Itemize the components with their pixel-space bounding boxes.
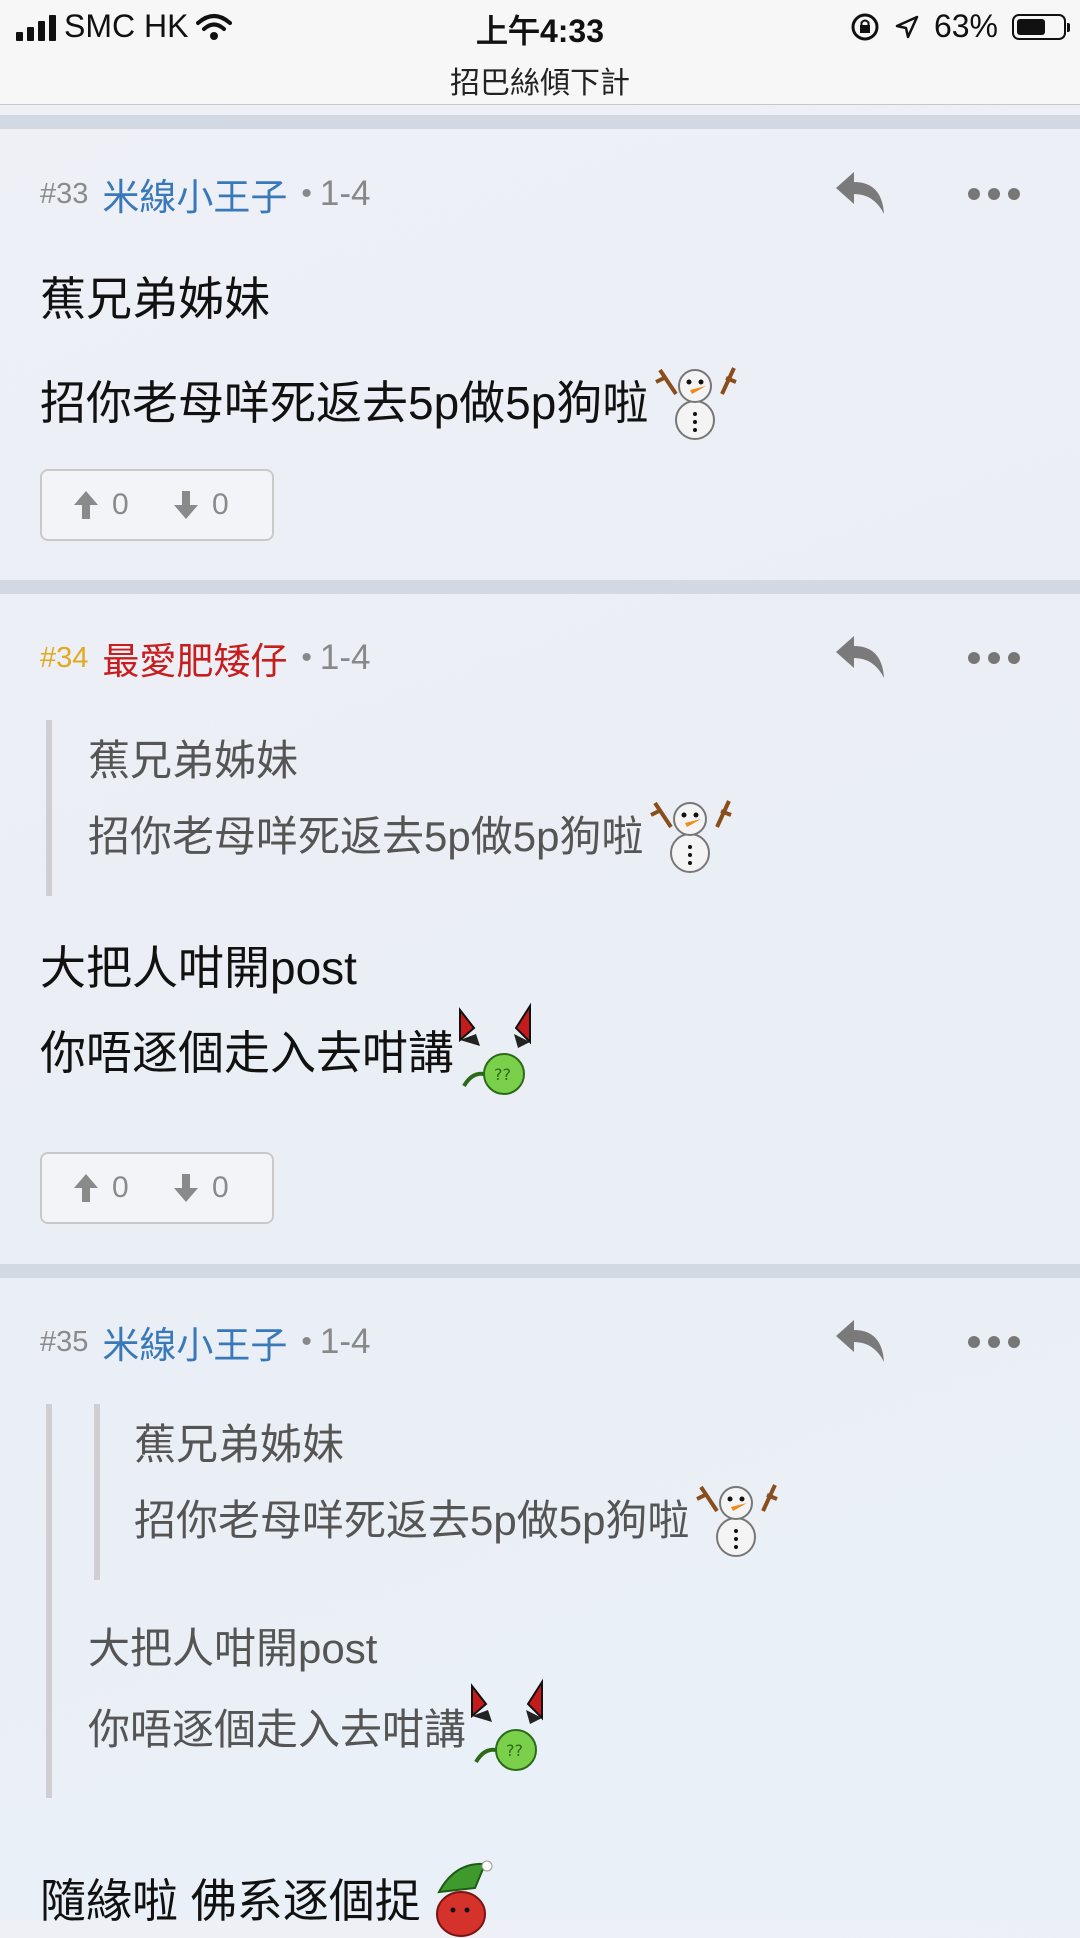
quote-text: 招你老母咩死返去5p做5p狗啦 <box>88 812 644 860</box>
orientation-lock-icon <box>851 13 879 40</box>
quote-text-line: 大把人咁開post <box>88 1615 377 1676</box>
post-header: #34 最愛肥矮仔 • 1-4 <box>40 628 371 688</box>
downvote-count: 0 <box>212 488 229 521</box>
author-name[interactable]: 最愛肥矮仔 <box>102 631 287 685</box>
more-icon[interactable] <box>968 1332 1020 1352</box>
battery-percent: 63% <box>933 8 998 44</box>
upvote-icon <box>74 1174 98 1202</box>
author-name[interactable]: 米線小王子 <box>102 1315 287 1369</box>
svg-text:??: ?? <box>506 1741 523 1760</box>
quote-text-line: 招你老母咩死返去5p做5p狗啦 <box>88 793 733 873</box>
quote-text-line: 招你老母咩死返去5p做5p狗啦 <box>134 1477 779 1557</box>
post-text: 你唔逐個走入去咁講 <box>40 1027 454 1079</box>
post-text: 隨緣啦 佛系逐個捉 <box>40 1875 421 1927</box>
separator-dot: • <box>301 177 312 210</box>
santa-hat-emote-icon: ?? <box>459 1002 531 1095</box>
upvote-count: 0 <box>112 488 129 521</box>
post-date: 1-4 <box>319 174 371 213</box>
post-text-line: 隨緣啦 佛系逐個捉 <box>40 1858 499 1938</box>
more-icon[interactable] <box>968 648 1020 668</box>
nested-quote-bar <box>94 1404 100 1580</box>
post-header: #33 米線小王子 • 1-4 <box>40 164 371 224</box>
reply-icon[interactable] <box>832 632 888 684</box>
quote-text: 蕉兄弟姊妹 <box>134 1421 345 1468</box>
post-date: 1-4 <box>319 638 371 677</box>
post-text: 大把人咁開post <box>40 942 357 994</box>
battery-level <box>1017 18 1045 35</box>
battery-icon <box>1012 13 1070 40</box>
quote-text: 蕉兄弟姊妹 <box>88 737 299 784</box>
post-text-line: 你唔逐個走入去咁講 ?? <box>40 1000 532 1100</box>
post-divider <box>0 115 1080 129</box>
svg-text:??: ?? <box>494 1065 511 1084</box>
post-text-line: 大把人咁開post <box>40 932 357 998</box>
post-divider <box>0 580 1080 594</box>
quote-bar <box>46 720 52 896</box>
quote-text-line: 蕉兄弟姊妹 <box>88 727 298 788</box>
post-divider <box>0 1264 1080 1278</box>
downvote-icon <box>174 491 198 519</box>
quote-text-line: 蕉兄弟姊妹 <box>134 1411 344 1472</box>
more-icon[interactable] <box>968 184 1020 204</box>
downvote-button[interactable]: 0 <box>172 1171 272 1205</box>
snowman-emote-icon <box>696 1484 779 1557</box>
post-number: #33 <box>40 177 89 210</box>
location-icon <box>895 15 919 38</box>
separator-dot: • <box>301 641 312 674</box>
post-date: 1-4 <box>319 1322 371 1361</box>
post-text: 招你老母咩死返去5p做5p狗啦 <box>40 377 649 429</box>
upvote-icon <box>74 491 98 519</box>
upvote-button[interactable]: 0 <box>72 1171 172 1205</box>
downvote-count: 0 <box>212 1171 229 1204</box>
post-number: #35 <box>40 1325 89 1358</box>
upvote-button[interactable]: 0 <box>72 488 172 522</box>
quote-bar <box>46 1404 52 1798</box>
vote-box: 0 0 <box>40 1152 274 1224</box>
quote-text-line: 你唔逐個走入去咁講 ?? <box>88 1676 544 1776</box>
separator-dot: • <box>301 1325 312 1358</box>
snowman-emote-icon <box>650 800 733 873</box>
post-text-line: 招你老母咩死返去5p做5p狗啦 <box>40 360 738 440</box>
status-bar: SMC HK 上午4:33 63% 招巴絲傾下計 <box>0 0 1080 105</box>
status-right: 63% <box>850 8 1070 45</box>
snowman-emote-icon <box>655 367 738 440</box>
downvote-icon <box>174 1174 198 1202</box>
reply-icon[interactable] <box>832 168 888 220</box>
vote-box: 0 0 <box>40 469 274 541</box>
reply-icon[interactable] <box>832 1316 888 1368</box>
post-text-line: 蕉兄弟姊妹 <box>40 263 270 329</box>
post-header: #35 米線小王子 • 1-4 <box>40 1312 371 1372</box>
quote-text: 大把人咁開post <box>88 1625 378 1672</box>
upvote-count: 0 <box>112 1171 129 1204</box>
quote-text: 招你老母咩死返去5p做5p狗啦 <box>134 1496 690 1544</box>
post-text: 蕉兄弟姊妹 <box>40 273 270 325</box>
author-name[interactable]: 米線小王子 <box>102 167 287 221</box>
downvote-button[interactable]: 0 <box>172 488 272 522</box>
strawberry-emote-icon <box>435 1860 493 1937</box>
thread-title: 招巴絲傾下計 <box>450 67 630 100</box>
santa-hat-emote-icon: ?? <box>471 1678 544 1771</box>
post-number: #34 <box>40 641 89 674</box>
quote-text: 你唔逐個走入去咁講 <box>88 1705 467 1753</box>
